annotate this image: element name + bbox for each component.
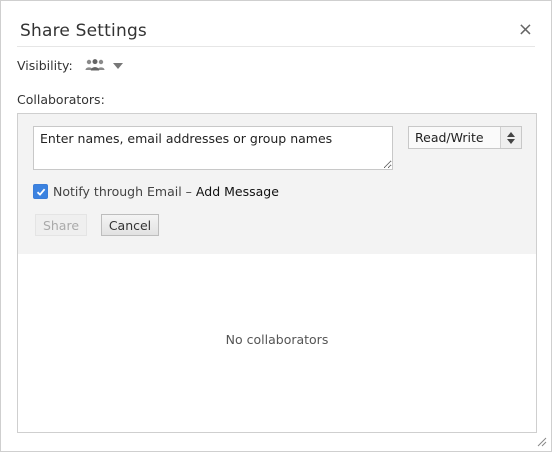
- visibility-row: Visibility:: [17, 56, 123, 74]
- dialog-title: Share Settings: [20, 21, 147, 41]
- add-message-link[interactable]: Add Message: [196, 184, 279, 199]
- permission-selected-value: Read/Write: [415, 130, 484, 145]
- chevron-down-icon: [112, 63, 123, 69]
- notify-row: Notify through Email – Add Message: [33, 184, 279, 199]
- stepper-arrows-icon: [500, 127, 521, 148]
- share-button[interactable]: Share: [35, 214, 87, 236]
- empty-collaborators-message: No collaborators: [225, 332, 329, 347]
- collaborators-panel: Read/Write Notify through Email – Add Me…: [17, 113, 537, 433]
- permission-select[interactable]: Read/Write: [408, 126, 522, 149]
- notify-email-checkbox[interactable]: [33, 184, 48, 199]
- resize-grip-icon[interactable]: [535, 435, 547, 447]
- close-icon[interactable]: ×: [518, 20, 533, 40]
- collaborator-names-input[interactable]: [33, 126, 393, 170]
- title-divider: [17, 46, 535, 47]
- invite-form: Read/Write Notify through Email – Add Me…: [18, 114, 536, 254]
- share-settings-dialog: Share Settings × Visibility: Collaborato…: [0, 0, 552, 452]
- collaborators-label: Collaborators:: [17, 92, 105, 107]
- checkmark-icon: [36, 188, 45, 196]
- visibility-dropdown[interactable]: [85, 59, 123, 71]
- cancel-button[interactable]: Cancel: [101, 214, 159, 236]
- people-group-icon: [85, 59, 105, 71]
- notify-email-label: Notify through Email –: [53, 184, 192, 199]
- visibility-label: Visibility:: [17, 57, 73, 73]
